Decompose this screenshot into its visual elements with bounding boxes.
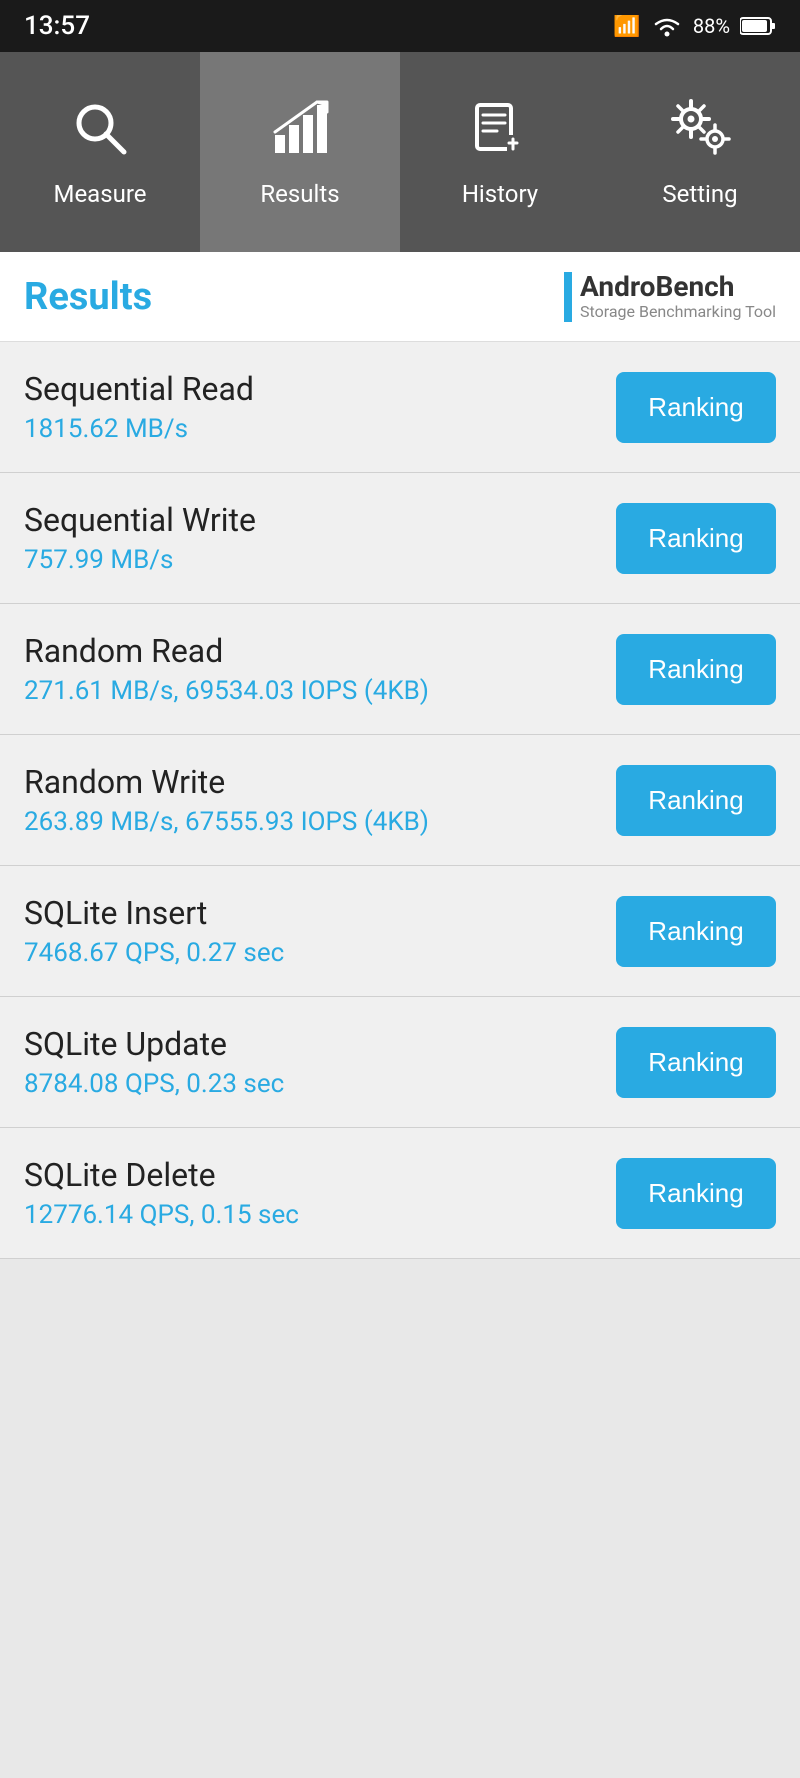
ranking-button-sqlite-insert[interactable]: Ranking (616, 896, 776, 967)
results-list: Sequential Read 1815.62 MB/s Ranking Seq… (0, 342, 800, 1259)
result-row-random-read: Random Read 271.61 MB/s, 69534.03 IOPS (… (0, 604, 800, 735)
setting-icon (669, 97, 731, 168)
tab-measure-label: Measure (54, 180, 147, 208)
result-info-random-write: Random Write 263.89 MB/s, 67555.93 IOPS … (24, 763, 616, 837)
ranking-button-random-write[interactable]: Ranking (616, 765, 776, 836)
result-row-sequential-read: Sequential Read 1815.62 MB/s Ranking (0, 342, 800, 473)
status-icons: 📶 88% (613, 14, 776, 38)
ranking-button-sqlite-update[interactable]: Ranking (616, 1027, 776, 1098)
result-row-sqlite-delete: SQLite Delete 12776.14 QPS, 0.15 sec Ran… (0, 1128, 800, 1259)
results-icon (269, 97, 331, 168)
result-name-sequential-read: Sequential Read (24, 370, 616, 408)
wifi-icon (651, 14, 683, 38)
logo-main-text: AndroBench (580, 272, 776, 303)
ranking-button-sequential-read[interactable]: Ranking (616, 372, 776, 443)
tab-measure[interactable]: Measure (0, 52, 200, 252)
ranking-button-sequential-write[interactable]: Ranking (616, 503, 776, 574)
result-name-sequential-write: Sequential Write (24, 501, 616, 539)
result-info-random-read: Random Read 271.61 MB/s, 69534.03 IOPS (… (24, 632, 616, 706)
result-row-random-write: Random Write 263.89 MB/s, 67555.93 IOPS … (0, 735, 800, 866)
tab-results-label: Results (260, 180, 339, 208)
battery-percentage: 88% (693, 14, 730, 38)
history-icon (469, 97, 531, 168)
status-time: 13:57 (24, 11, 90, 41)
result-name-sqlite-insert: SQLite Insert (24, 894, 616, 932)
result-value-sequential-read: 1815.62 MB/s (24, 414, 616, 444)
ranking-button-sqlite-delete[interactable]: Ranking (616, 1158, 776, 1229)
result-value-random-write: 263.89 MB/s, 67555.93 IOPS (4KB) (24, 807, 616, 837)
result-value-sequential-write: 757.99 MB/s (24, 545, 616, 575)
results-header: Results AndroBench Storage Benchmarking … (0, 252, 800, 342)
tab-history-label: History (462, 180, 538, 208)
result-value-sqlite-insert: 7468.67 QPS, 0.27 sec (24, 938, 616, 968)
svg-text:📶: 📶 (613, 15, 640, 37)
result-info-sequential-write: Sequential Write 757.99 MB/s (24, 501, 616, 575)
result-value-sqlite-delete: 12776.14 QPS, 0.15 sec (24, 1200, 616, 1230)
measure-icon (69, 97, 131, 168)
bottom-area (0, 1259, 800, 1659)
logo-sub-text: Storage Benchmarking Tool (580, 303, 776, 321)
page-title: Results (24, 275, 152, 319)
tab-setting[interactable]: Setting (600, 52, 800, 252)
battery-icon (740, 16, 776, 36)
status-bar: 13:57 📶 88% (0, 0, 800, 52)
result-value-random-read: 271.61 MB/s, 69534.03 IOPS (4KB) (24, 676, 616, 706)
result-info-sqlite-delete: SQLite Delete 12776.14 QPS, 0.15 sec (24, 1156, 616, 1230)
logo-bar (564, 272, 572, 322)
tab-results[interactable]: Results (200, 52, 400, 252)
nav-tabs: Measure Results (0, 52, 800, 252)
result-row-sqlite-insert: SQLite Insert 7468.67 QPS, 0.27 sec Rank… (0, 866, 800, 997)
tab-setting-label: Setting (662, 180, 737, 208)
result-row-sqlite-update: SQLite Update 8784.08 QPS, 0.23 sec Rank… (0, 997, 800, 1128)
tab-history[interactable]: History (400, 52, 600, 252)
result-name-sqlite-delete: SQLite Delete (24, 1156, 616, 1194)
logo: AndroBench Storage Benchmarking Tool (564, 272, 776, 322)
ranking-button-random-read[interactable]: Ranking (616, 634, 776, 705)
result-value-sqlite-update: 8784.08 QPS, 0.23 sec (24, 1069, 616, 1099)
result-name-random-write: Random Write (24, 763, 616, 801)
result-info-sequential-read: Sequential Read 1815.62 MB/s (24, 370, 616, 444)
result-name-sqlite-update: SQLite Update (24, 1025, 616, 1063)
result-name-random-read: Random Read (24, 632, 616, 670)
result-row-sequential-write: Sequential Write 757.99 MB/s Ranking (0, 473, 800, 604)
result-info-sqlite-update: SQLite Update 8784.08 QPS, 0.23 sec (24, 1025, 616, 1099)
wifi-icon: 📶 (613, 15, 641, 37)
result-info-sqlite-insert: SQLite Insert 7468.67 QPS, 0.27 sec (24, 894, 616, 968)
logo-text: AndroBench Storage Benchmarking Tool (580, 272, 776, 320)
